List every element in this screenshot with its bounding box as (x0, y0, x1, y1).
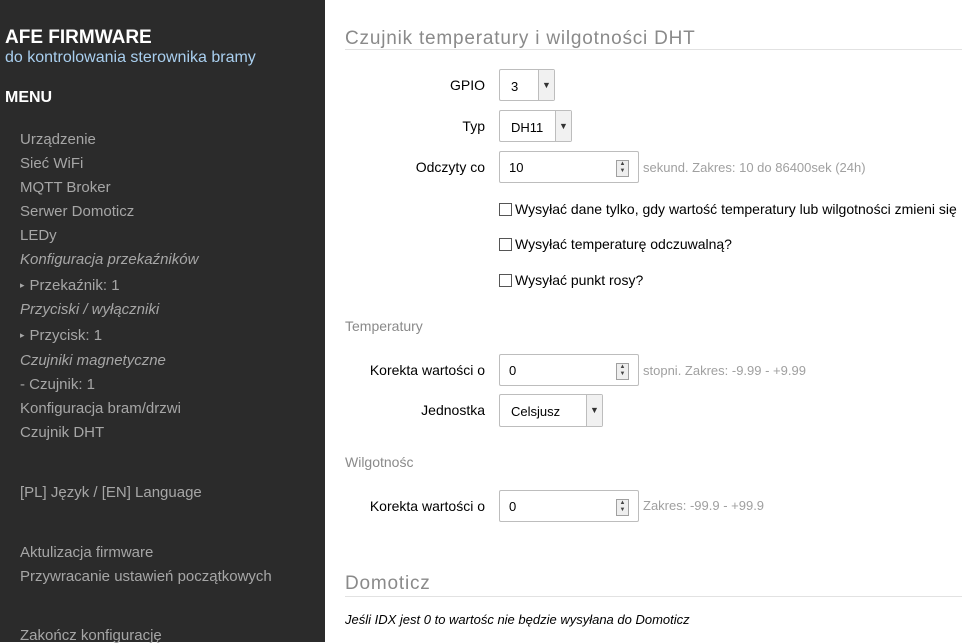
sidebar-item-firmware-update[interactable]: Aktulizacja firmware (20, 544, 153, 561)
heat-index-checkbox[interactable]: Wysyłać temperaturę odczuwalną? (499, 236, 732, 252)
unit-value: Celsjusz (511, 404, 561, 419)
dht-section-title: Czujnik temperatury i wilgotności DHT (345, 28, 696, 49)
chevron-down-icon: ▼ (538, 70, 554, 100)
chevron-down-icon: ▼ (586, 395, 602, 426)
checkbox[interactable] (499, 274, 512, 287)
interval-value: 10 (509, 160, 524, 175)
humidity-correction-hint: Zakres: -99.9 - +99.9 (643, 498, 765, 513)
sidebar-section-buttons: Przyciski / wyłączniki (20, 301, 160, 318)
sidebar-item-gate-config[interactable]: Konfiguracja bram/drzwi (20, 400, 181, 417)
sidebar-item-wifi[interactable]: Sieć WiFi (20, 155, 83, 172)
sidebar-item-contactron-1[interactable]: - Czujnik: 1 (20, 376, 95, 393)
humidity-correction-input[interactable]: 0 ▲ ▼ (499, 490, 639, 522)
divider (345, 49, 962, 50)
humidity-correction-label: Korekta wartości o (369, 498, 485, 514)
sidebar-item-label: Przekaźnik: 1 (29, 277, 120, 294)
spinner-arrows-icon[interactable]: ▲ ▼ (616, 363, 629, 380)
send-on-change-checkbox[interactable]: Wysyłać dane tylko, gdy wartość temperat… (499, 201, 957, 217)
sidebar-nav: Urządzenie Sieć WiFi MQTT Broker Serwer … (0, 0, 325, 644)
domoticz-section-title: Domoticz (345, 573, 431, 594)
dew-point-checkbox[interactable]: Wysyłać punkt rosy? (499, 272, 643, 288)
sidebar-item-mqtt[interactable]: MQTT Broker (20, 179, 111, 196)
main-content: Czujnik temperatury i wilgotności DHT GP… (325, 0, 962, 642)
unit-select[interactable]: Celsjusz ▼ (499, 394, 603, 427)
dew-point-label: Wysyłać punkt rosy? (515, 272, 644, 288)
domoticz-note: Jeśli IDX jest 0 to wartośc nie będzie w… (345, 612, 690, 627)
type-value: DH11 (511, 120, 544, 135)
temp-correction-value: 0 (509, 363, 517, 378)
sidebar-section-contactrons: Czujniki magnetyczne (20, 352, 166, 369)
temp-correction-hint: stopni. Zakres: -9.99 - +9.99 (643, 363, 806, 378)
interval-input[interactable]: 10 ▲ ▼ (499, 151, 639, 183)
sidebar-item-leds[interactable]: LEDy (20, 227, 57, 244)
temp-correction-input[interactable]: 0 ▲ ▼ (499, 354, 639, 386)
sidebar-item-relay-1[interactable]: ▸ Przekaźnik: 1 (20, 277, 120, 294)
sidebar-item-device[interactable]: Urządzenie (20, 131, 96, 148)
gpio-select[interactable]: 3 ▼ (499, 69, 555, 101)
sidebar-item-factory-reset[interactable]: Przywracanie ustawień początkowych (20, 568, 272, 585)
triangle-right-icon: ▸ (20, 330, 25, 340)
spinner-arrows-icon[interactable]: ▲ ▼ (616, 160, 629, 177)
sidebar-item-label: Przycisk: 1 (29, 327, 103, 344)
temperature-heading: Temperatury (345, 318, 423, 334)
checkbox[interactable] (499, 238, 512, 251)
humidity-correction-value: 0 (509, 499, 517, 514)
unit-label: Jednostka (421, 402, 485, 418)
interval-hint: sekund. Zakres: 10 do 86400sek (24h) (643, 160, 866, 175)
sidebar-section-relays: Konfiguracja przekaźników (20, 251, 199, 268)
gpio-value: 3 (511, 79, 519, 94)
sidebar-item-language[interactable]: [PL] Język / [EN] Language (20, 484, 202, 501)
chevron-down-icon: ▼ (555, 111, 571, 141)
spinner-arrows-icon[interactable]: ▲ ▼ (616, 499, 629, 516)
heat-index-label: Wysyłać temperaturę odczuwalną? (515, 236, 732, 252)
sidebar-item-domoticz[interactable]: Serwer Domoticz (20, 203, 134, 220)
checkbox[interactable] (499, 203, 512, 216)
triangle-right-icon: ▸ (20, 280, 25, 290)
humidity-heading: Wilgotnośc (345, 454, 414, 470)
sidebar-item-dht[interactable]: Czujnik DHT (20, 424, 104, 441)
gpio-label: GPIO (449, 77, 485, 93)
divider (345, 596, 962, 597)
sidebar: AFE FIRMWARE do kontrolowania sterownika… (0, 0, 325, 644)
sidebar-item-button-1[interactable]: ▸ Przycisk: 1 (20, 327, 102, 344)
interval-label: Odczyty co (415, 159, 485, 175)
temp-correction-label: Korekta wartości o (369, 362, 485, 378)
send-on-change-label: Wysyłać dane tylko, gdy wartość temperat… (515, 201, 957, 217)
sidebar-item-finish-config[interactable]: Zakończ konfigurację (20, 627, 162, 644)
type-label: Typ (462, 118, 485, 134)
type-select[interactable]: DH11 ▼ (499, 110, 572, 142)
